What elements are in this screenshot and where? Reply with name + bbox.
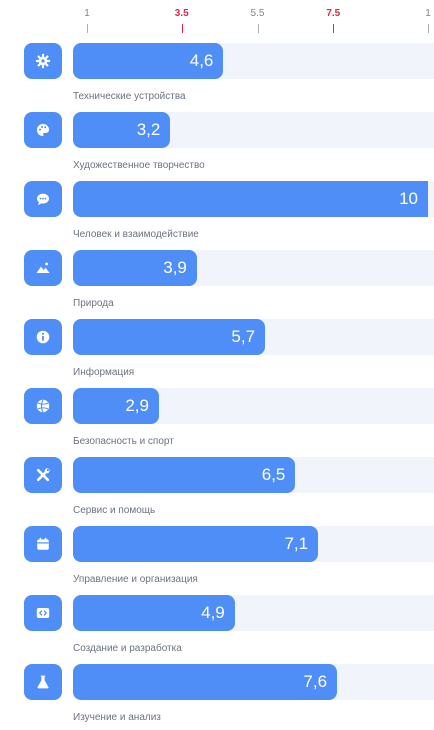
tick-mark — [181, 24, 183, 33]
category-label: Информация — [73, 367, 135, 378]
bar: 3,2 — [73, 112, 171, 148]
tick-mark — [428, 24, 429, 33]
tick-label: 1 — [84, 8, 90, 19]
category-icon-box — [24, 526, 62, 562]
bar-row[interactable]: 4,6 Технические устройства — [0, 40, 434, 109]
bar-value-label: 7,1 — [284, 534, 309, 553]
category-icon-box — [24, 250, 62, 286]
tick-mark — [257, 24, 259, 33]
category-label: Управление и организация — [73, 574, 198, 585]
bar: 7,1 — [73, 526, 319, 562]
bar-value-label: 3,2 — [136, 120, 161, 139]
x-axis: 1 3.5 5.5 7.5 1 — [0, 0, 434, 40]
code-icon — [35, 605, 51, 621]
bar-row[interactable]: 7,1 Управление и организация — [0, 523, 434, 592]
category-icon-box — [24, 664, 62, 700]
bar-value-label: 2,9 — [125, 396, 149, 415]
category-icon-box — [24, 112, 62, 148]
category-icon-box — [24, 319, 62, 355]
category-icon-box — [24, 181, 62, 217]
bar: 6,5 — [73, 457, 296, 493]
category-icon-box — [24, 595, 62, 631]
category-label: Природа — [73, 298, 114, 309]
calendar-icon — [35, 536, 51, 552]
gear-icon — [35, 53, 51, 69]
tools-icon — [35, 467, 51, 483]
bar: 4,9 — [73, 595, 235, 631]
category-label: Художественное творчество — [73, 160, 205, 171]
bar-row[interactable]: 2,9 Безопасность и спорт — [0, 385, 434, 454]
category-label: Изучение и анализ — [73, 712, 161, 723]
bar: 5,7 — [73, 319, 266, 355]
ball-icon — [35, 398, 51, 414]
category-label: Создание и разработка — [73, 643, 182, 654]
bar-value-label: 4,9 — [201, 603, 225, 622]
bar-row[interactable]: 5,7 Информация — [0, 316, 434, 385]
bar-value-label: 4,6 — [189, 51, 214, 70]
bar-row[interactable]: 10 Человек и взаимодействие — [0, 178, 434, 247]
bar: 7,6 — [73, 664, 338, 700]
tick-mark — [87, 24, 88, 33]
bar-row[interactable]: 7,6 Изучение и анализ — [0, 661, 434, 730]
bar-row[interactable]: 6,5 Сервис и помощь — [0, 454, 434, 523]
tick-label: 3.5 — [174, 8, 189, 19]
category-icon-box — [24, 457, 62, 493]
bar: 4,6 — [73, 43, 224, 79]
category-label: Сервис и помощь — [73, 505, 156, 516]
palette-icon — [35, 122, 51, 138]
bar-row[interactable]: 3,9 Природа — [0, 247, 434, 316]
chat-icon — [35, 191, 51, 207]
bar: 2,9 — [73, 388, 159, 424]
tick-label: 5.5 — [250, 8, 265, 19]
bar-value-label: 3,9 — [163, 258, 187, 277]
bar-value-label: 7,6 — [303, 672, 328, 691]
category-icon-box — [24, 43, 62, 79]
tick-label: 1 — [425, 8, 431, 19]
bar: 10 — [73, 181, 428, 217]
category-label: Технические устройства — [73, 91, 186, 102]
info-icon — [35, 329, 51, 345]
tick-mark — [333, 24, 335, 33]
bar-row[interactable]: 3,2 Художественное творчество — [0, 109, 434, 178]
tick-label: 7.5 — [326, 8, 341, 19]
landscape-icon — [35, 260, 51, 276]
bar-value-label: 6,5 — [261, 465, 286, 484]
category-label: Человек и взаимодействие — [73, 229, 199, 240]
bar: 3,9 — [73, 250, 197, 286]
category-icon-box — [24, 388, 62, 424]
bar-row[interactable]: 4,9 Создание и разработка — [0, 592, 434, 661]
bar-value-label: 10 — [399, 189, 418, 208]
category-label: Безопасность и спорт — [73, 436, 174, 447]
bar-value-label: 5,7 — [231, 327, 256, 346]
flask-icon — [35, 674, 51, 690]
